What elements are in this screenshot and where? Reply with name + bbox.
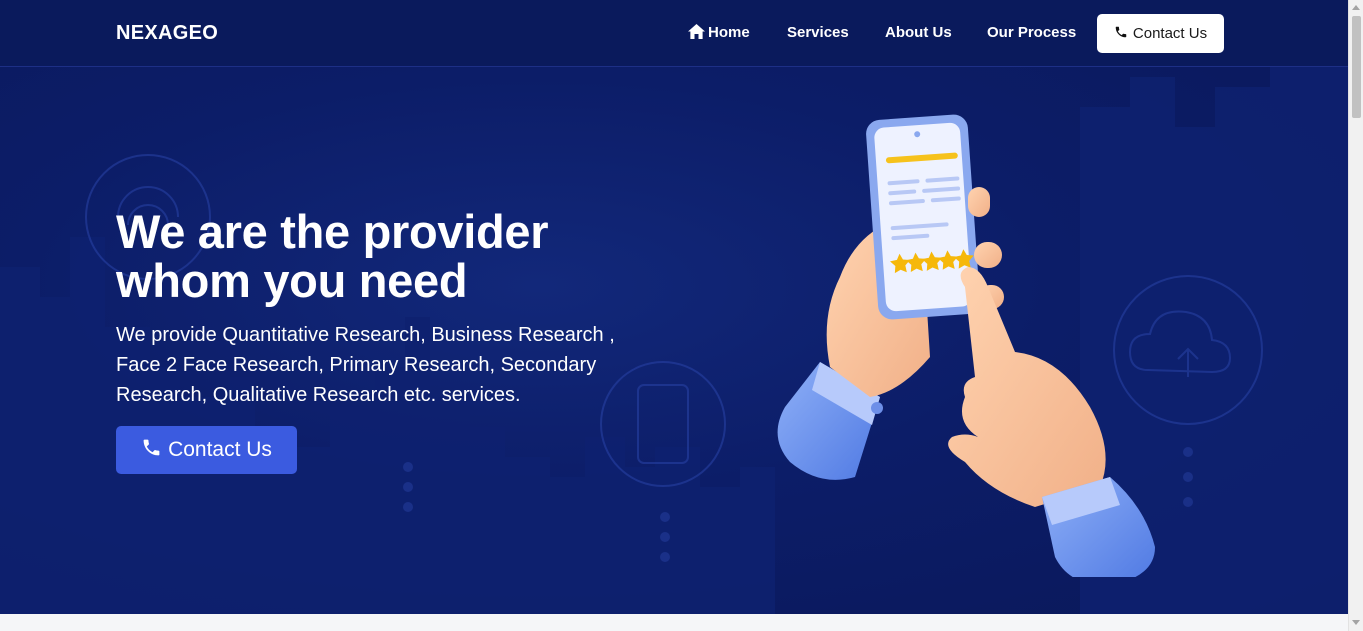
scroll-up-arrow-icon[interactable] [1352, 5, 1360, 10]
nav-home-label: Home [708, 24, 750, 41]
home-icon [688, 24, 705, 43]
nav-contact-button[interactable]: Contact Us [1097, 14, 1224, 53]
nav-services-link[interactable]: Services [787, 24, 849, 41]
hero-title: We are the provider whom you need [116, 207, 676, 305]
nav-process-link[interactable]: Our Process [987, 24, 1076, 41]
next-section-edge [0, 614, 1348, 631]
hero-title-line-2: whom you need [116, 254, 468, 307]
vertical-scrollbar[interactable] [1348, 0, 1363, 631]
hero-contact-label: Contact Us [168, 438, 272, 461]
hero-section: We are the provider whom you need We pro… [0, 67, 1348, 614]
navbar: NEXAGEO Home Services About Us Our Proce… [0, 0, 1348, 67]
smartphone [866, 114, 980, 320]
hero-title-line-1: We are the provider [116, 205, 549, 258]
hero-description: We provide Quantitative Research, Busine… [116, 324, 615, 406]
phone-icon [141, 437, 162, 464]
nav-contact-label: Contact Us [1132, 25, 1208, 42]
scrollbar-thumb[interactable] [1352, 16, 1361, 118]
scroll-down-arrow-icon[interactable] [1352, 620, 1360, 625]
nav-home-link[interactable]: Home [688, 24, 750, 43]
brand-logo[interactable]: NEXAGEO [116, 22, 218, 45]
right-hand [948, 267, 1106, 507]
nav-about-link[interactable]: About Us [885, 24, 952, 41]
page: NEXAGEO Home Services About Us Our Proce… [0, 0, 1348, 631]
phone-icon [1114, 25, 1128, 43]
hero-contact-button[interactable]: Contact Us [116, 426, 297, 474]
phone-hands-illustration [777, 114, 1155, 577]
